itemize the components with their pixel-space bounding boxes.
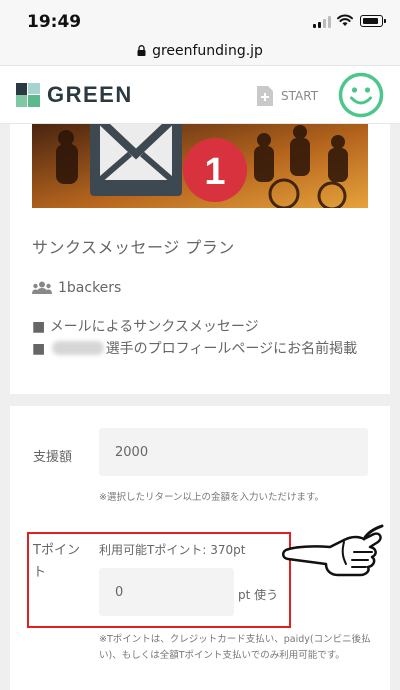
reward-item: ■ メールによるサンクスメッセージ <box>32 319 259 335</box>
support-amount-input[interactable] <box>99 428 368 476</box>
redacted-name <box>51 341 104 355</box>
t-point-label: Tポイント <box>33 543 80 580</box>
backers-count: 1backers <box>32 280 121 296</box>
signal-icon <box>313 16 331 28</box>
battery-icon <box>360 15 386 27</box>
support-amount-label: 支援額 <box>33 450 73 465</box>
wifi-icon <box>337 14 353 26</box>
support-form-card: 支援額 ※選択したリターン以上の金額を入力いただけます。 Tポイント 利用可能T… <box>10 406 390 690</box>
reward-item: ■ 選手のプロフィールページにお名前掲載 <box>32 341 358 357</box>
green-logo-icon[interactable] <box>16 83 40 107</box>
start-project-button[interactable]: START <box>257 84 318 108</box>
banner-badge-number: 1 <box>204 151 225 193</box>
new-document-icon <box>257 86 273 106</box>
url-domain: greenfunding.jp <box>152 43 263 59</box>
users-icon <box>32 281 52 294</box>
t-point-input[interactable] <box>99 568 234 616</box>
reward-list: ■ メールによるサンクスメッセージ ■ 選手のプロフィールページにお名前掲載 <box>32 316 372 360</box>
start-label: START <box>281 89 319 103</box>
envelope-icon <box>90 124 182 196</box>
lock-icon <box>137 41 146 56</box>
smiley-avatar-icon[interactable] <box>338 72 384 118</box>
t-point-available: 利用可能Tポイント: 370pt <box>99 543 246 557</box>
support-amount-note: ※選択したリターン以上の金額を入力いただけます。 <box>99 492 325 503</box>
reward-card[interactable]: 1 サンクスメッセージ プラン 1backers ■ メールによるサンクスメッセ… <box>10 124 390 394</box>
t-point-note: ※Tポイントは、クレジットカード支払い、paidy(コンビニ後払い)、もしくは全… <box>99 634 371 661</box>
logo-text[interactable]: GREEN <box>47 82 133 108</box>
t-point-unit-label: pt 使う <box>238 588 279 602</box>
url-bar[interactable]: greenfunding.jp <box>0 40 400 66</box>
reward-banner-image: 1 <box>32 124 368 208</box>
app-header: GREEN START <box>0 66 400 124</box>
status-time: 19:49 <box>27 12 82 32</box>
pointing-hand-icon <box>282 524 384 577</box>
plan-title: サンクスメッセージ プラン <box>32 238 235 257</box>
status-bar: 19:49 <box>0 0 400 40</box>
backers-label: 1backers <box>58 280 122 296</box>
